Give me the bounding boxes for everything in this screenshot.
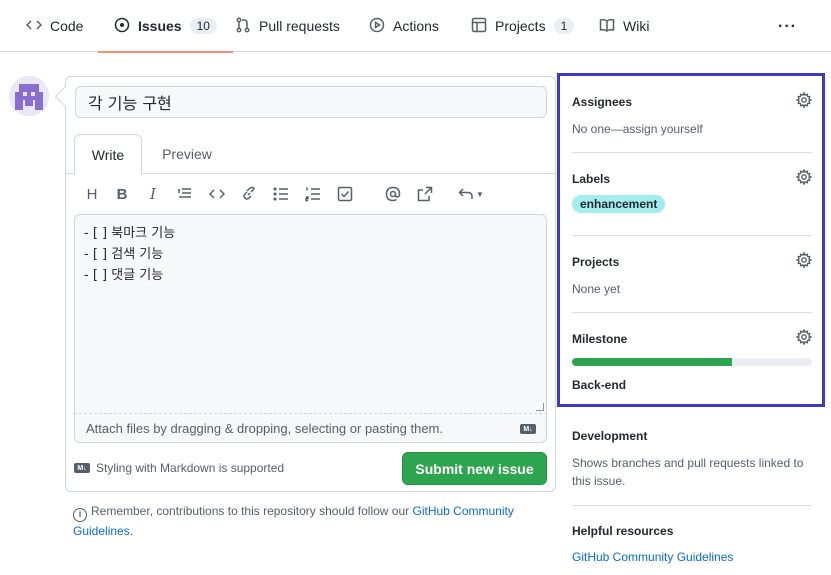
contribution-note-text: Remember, contributions to this reposito…	[91, 504, 410, 518]
editor-tabs: Write Preview	[66, 134, 555, 175]
tab-actions-label: Actions	[393, 18, 439, 34]
projects-section: Projects None yet	[572, 251, 813, 298]
gear-icon[interactable]	[795, 328, 813, 346]
tab-code[interactable]: Code	[24, 0, 85, 52]
milestone-title[interactable]: Milestone	[572, 332, 812, 346]
milestone-name-link[interactable]: Back-end	[572, 378, 812, 392]
labels-title[interactable]: Labels	[572, 172, 812, 186]
divider	[572, 235, 812, 236]
issues-counter: 10	[189, 18, 217, 34]
divider	[572, 312, 812, 313]
development-value: Shows branches and pull requests linked …	[572, 456, 804, 488]
mention-icon[interactable]	[383, 181, 403, 207]
issue-title-input[interactable]: 각 기능 구현	[75, 86, 547, 118]
issue-body-textarea[interactable]: - [ ] 북마크 기능 - [ ] 검색 기능 - [ ] 댓글 기능	[74, 214, 547, 413]
markdown-supported-note[interactable]: M↓ Styling with Markdown is supported	[74, 461, 284, 475]
community-guidelines-link[interactable]: GitHub Community Guidelines	[572, 550, 812, 564]
milestone-section: Milestone Back-end	[572, 328, 813, 392]
saved-replies-icon[interactable]: ▼	[454, 181, 488, 207]
active-tab-underline	[98, 51, 233, 53]
projects-value: None yet	[572, 282, 621, 296]
italic-icon[interactable]: I	[143, 181, 163, 207]
numbered-list-icon[interactable]	[303, 181, 323, 207]
gear-icon[interactable]	[795, 251, 813, 269]
helpful-resources-title: Helpful resources	[572, 524, 674, 538]
code-icon[interactable]	[207, 181, 227, 207]
repo-nav: Code Issues 10 Pull requests Actions Pro…	[0, 0, 831, 53]
reference-icon[interactable]	[415, 181, 435, 207]
body-line: - [ ] 댓글 기능	[84, 268, 164, 283]
tab-wiki[interactable]: Wiki	[597, 0, 651, 52]
issue-icon	[114, 17, 130, 36]
markdown-icon: M↓	[74, 463, 90, 473]
tab-issues-label: Issues	[138, 18, 182, 34]
bold-icon[interactable]: B	[112, 181, 132, 207]
book-icon	[599, 17, 615, 36]
development-title: Development	[572, 429, 648, 443]
tab-wiki-label: Wiki	[623, 18, 650, 34]
gear-icon[interactable]	[795, 168, 813, 186]
submit-new-issue-button[interactable]: Submit new issue	[402, 452, 547, 485]
labels-section: Labels enhancement	[572, 168, 813, 213]
info-icon: i	[73, 508, 87, 522]
development-section: Development Shows branches and pull requ…	[572, 429, 812, 490]
enhancement-label[interactable]: enhancement	[572, 195, 666, 213]
heading-icon[interactable]: H	[82, 181, 102, 207]
divider	[572, 505, 812, 506]
milestone-progress-bar	[572, 358, 812, 366]
tab-preview[interactable]: Preview	[154, 134, 220, 174]
divider	[572, 152, 812, 153]
attach-files-text: Attach files by dragging & dropping, sel…	[86, 420, 443, 436]
tab-write[interactable]: Write	[74, 134, 142, 175]
tab-pull-requests-label: Pull requests	[259, 18, 340, 34]
projects-counter: 1	[553, 18, 575, 34]
new-issue-form: 각 기능 구현 Write Preview H B I ▼ - [ ] 북마크 …	[65, 76, 556, 492]
link-icon[interactable]	[239, 181, 259, 207]
markdown-note-text: Styling with Markdown is supported	[96, 461, 285, 475]
assignees-section: Assignees No one—assign yourself	[572, 91, 813, 138]
avatar	[9, 76, 49, 116]
resize-handle[interactable]	[536, 403, 544, 411]
play-icon	[369, 17, 385, 36]
tab-code-label: Code	[50, 18, 84, 34]
code-icon	[25, 17, 43, 36]
helpful-resources-section: Helpful resources GitHub Community Guide…	[572, 524, 812, 564]
assignees-title[interactable]: Assignees	[572, 95, 812, 109]
markdown-icon: M↓	[520, 424, 536, 434]
tab-actions[interactable]: Actions	[367, 0, 441, 52]
tab-projects-label: Projects	[495, 18, 546, 34]
quote-icon[interactable]	[175, 181, 195, 207]
chevron-down-icon: ▼	[476, 189, 484, 199]
body-line: - [ ] 검색 기능	[84, 247, 164, 262]
table-icon	[471, 17, 487, 36]
contribution-note-end: .	[129, 524, 134, 538]
attach-files-area[interactable]: Attach files by dragging & dropping, sel…	[74, 413, 547, 443]
contribution-note: i Remember, contributions to this reposit…	[73, 502, 543, 540]
bulleted-list-icon[interactable]	[271, 181, 291, 207]
projects-title[interactable]: Projects	[572, 255, 812, 269]
pull-request-icon	[235, 17, 251, 36]
tab-pull-requests[interactable]: Pull requests	[233, 0, 342, 52]
milestone-progress-fill	[572, 358, 733, 366]
markdown-toolbar: H B I ▼	[74, 181, 544, 207]
tab-projects[interactable]: Projects 1	[469, 0, 576, 52]
gear-icon[interactable]	[795, 91, 813, 109]
task-list-icon[interactable]	[335, 181, 355, 207]
tab-issues[interactable]: Issues 10	[98, 0, 233, 53]
assign-yourself-link[interactable]: No one—assign yourself	[572, 120, 812, 138]
more-options-icon[interactable]: ···	[778, 18, 797, 36]
body-line: - [ ] 북마크 기능	[84, 226, 176, 241]
